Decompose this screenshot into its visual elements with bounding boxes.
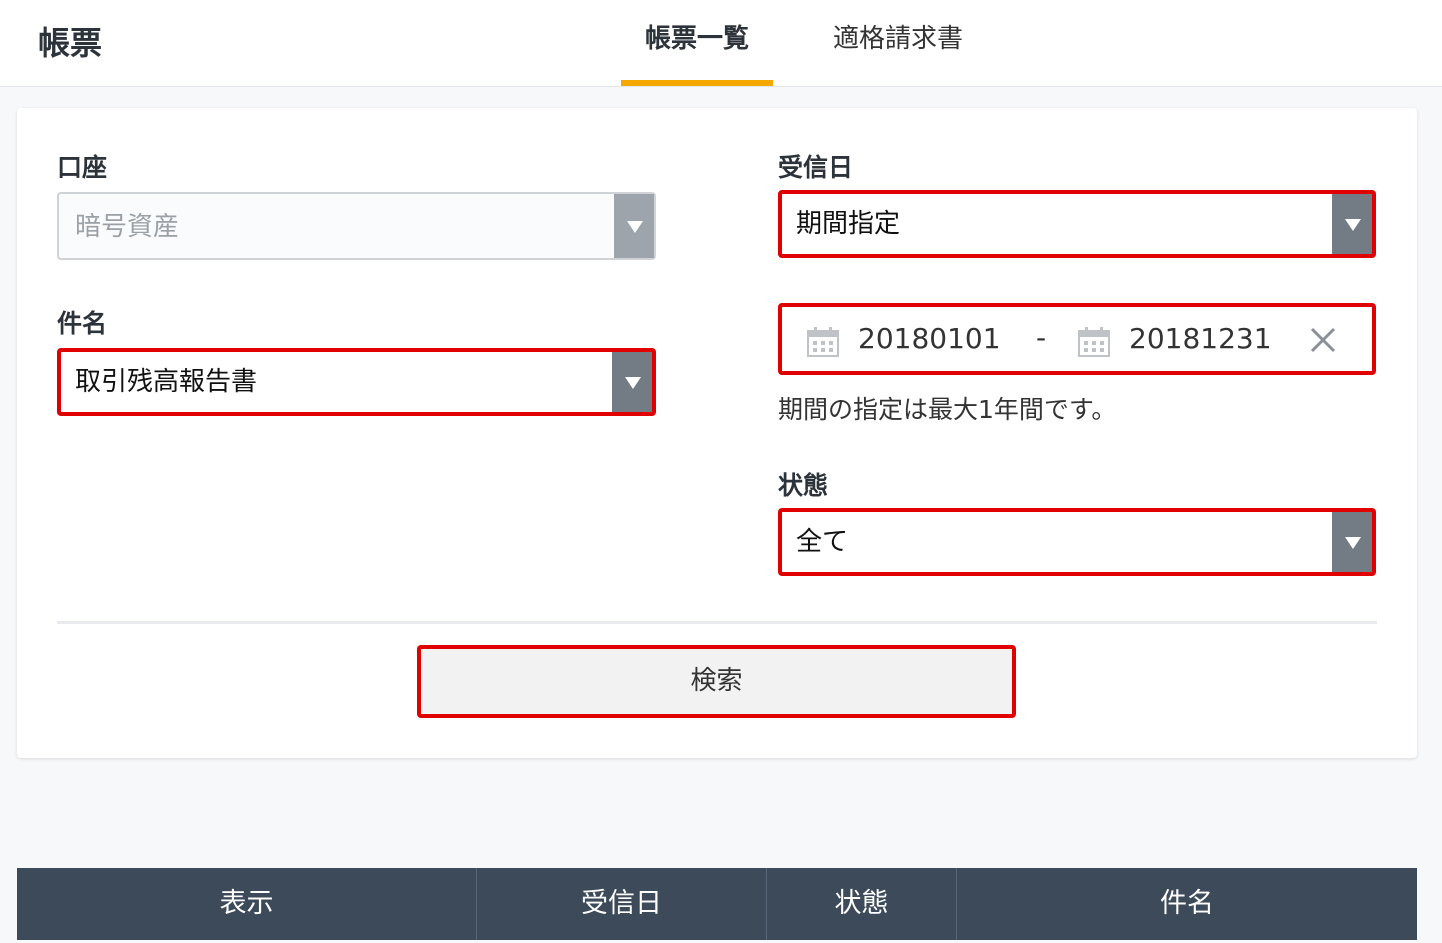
search-button[interactable]: 検索 [417, 645, 1016, 718]
subject-select[interactable]: 取引残高報告書 [57, 348, 656, 416]
page-title: 帳票 [38, 24, 103, 62]
chevron-down-icon[interactable] [1332, 194, 1372, 254]
date-to-input[interactable]: 20181231 [1129, 307, 1272, 371]
account-label: 口座 [57, 153, 108, 182]
date-range-picker[interactable]: 20180101 - 20181231 [778, 303, 1376, 375]
calendar-icon[interactable] [807, 327, 839, 357]
column-header-received-date[interactable]: 受信日 [477, 868, 767, 940]
status-select-value: 全て [796, 527, 849, 557]
calendar-icon[interactable] [1078, 327, 1110, 357]
column-header-subject[interactable]: 件名 [957, 868, 1417, 940]
account-select-value: 暗号資産 [75, 212, 180, 242]
received-date-select[interactable]: 期間指定 [778, 190, 1376, 258]
header: 帳票 帳票一覧 適格請求書 [0, 0, 1442, 87]
subject-label: 件名 [57, 309, 108, 338]
tab-report-list[interactable]: 帳票一覧 [621, 0, 773, 86]
column-header-status[interactable]: 状態 [767, 868, 957, 940]
date-from-input[interactable]: 20180101 [858, 307, 1001, 371]
divider [57, 621, 1377, 624]
chevron-down-icon [614, 194, 654, 258]
chevron-down-icon[interactable] [612, 352, 652, 412]
received-date-select-value: 期間指定 [796, 209, 901, 239]
date-range-hint: 期間の指定は最大1年間です。 [778, 395, 1117, 424]
search-form-card: 口座 暗号資産 件名 取引残高報告書 受信日 期間指定 20180101 - 2… [17, 108, 1417, 758]
subject-select-value: 取引残高報告書 [75, 367, 258, 397]
received-date-label: 受信日 [778, 153, 854, 182]
table-header: 表示 受信日 状態 件名 [17, 868, 1417, 940]
chevron-down-icon[interactable] [1332, 512, 1372, 572]
tab-qualified-invoice[interactable]: 適格請求書 [818, 0, 978, 86]
close-icon[interactable] [1308, 325, 1338, 355]
account-select: 暗号資産 [57, 192, 656, 260]
date-range-separator: - [1036, 321, 1047, 354]
status-label: 状態 [778, 471, 829, 500]
status-select[interactable]: 全て [778, 508, 1376, 576]
column-header-display[interactable]: 表示 [17, 868, 477, 940]
